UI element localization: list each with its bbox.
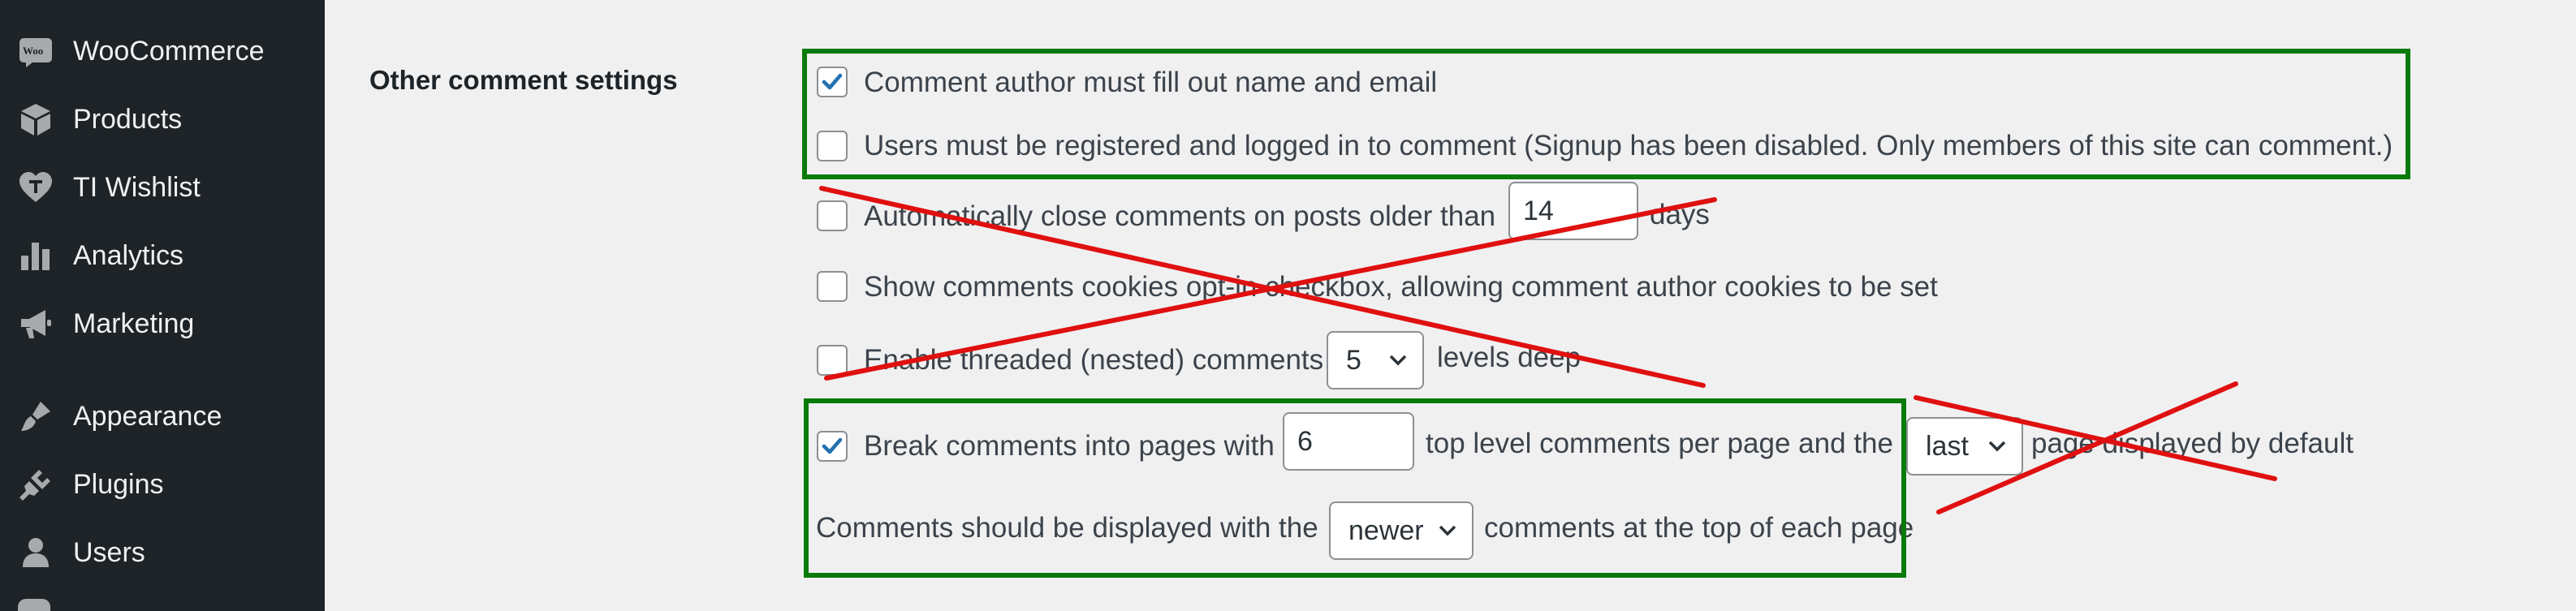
require-name-email-checkbox[interactable]: [817, 67, 848, 97]
megaphone-icon: [18, 306, 54, 342]
admin-sidebar: Woo WooCommerce Products TI Wishlist Ana…: [0, 0, 325, 611]
user-icon: [18, 535, 54, 570]
comments-per-page-input[interactable]: 6: [1283, 412, 1414, 471]
sidebar-item-label: Marketing: [73, 308, 195, 339]
sidebar-item-woocommerce[interactable]: Woo WooCommerce: [0, 23, 325, 80]
threaded-comments-suffix: levels deep: [1437, 342, 1581, 373]
registration-required-label: Users must be registered and logged in t…: [864, 130, 2393, 161]
checkmark-icon: [822, 73, 843, 90]
chevron-down-icon: [1389, 355, 1407, 366]
sidebar-item-label: Plugins: [73, 468, 164, 500]
woocommerce-icon: Woo: [18, 33, 54, 69]
comment-order-prefix: Comments should be displayed with the: [816, 512, 1318, 544]
registration-required-checkbox[interactable]: [817, 131, 848, 161]
close-comments-label: Automatically close comments on posts ol…: [864, 200, 1496, 232]
sidebar-item-partial: [18, 599, 50, 611]
sidebar-item-products[interactable]: Products: [0, 91, 325, 148]
comment-order-value: newer: [1348, 515, 1424, 546]
cookies-opt-in-label: Show comments cookies opt-in checkbox, a…: [864, 271, 1938, 303]
box-icon: [18, 101, 54, 137]
plug-icon: [18, 467, 54, 502]
require-name-email-label: Comment author must fill out name and em…: [864, 67, 1438, 98]
checkmark-icon: [822, 437, 843, 454]
bar-chart-icon: [18, 238, 54, 273]
page-comments-label: Break comments into pages with: [864, 430, 1275, 462]
heart-icon: [18, 170, 54, 205]
page-comments-suffix: page displayed by default: [2031, 428, 2354, 459]
sidebar-item-plugins[interactable]: Plugins: [0, 456, 325, 513]
sidebar-item-label: WooCommerce: [73, 35, 265, 67]
threaded-comments-label: Enable threaded (nested) comments: [864, 344, 1324, 376]
sidebar-item-label: Analytics: [73, 239, 184, 271]
cookies-opt-in-checkbox[interactable]: [817, 271, 848, 302]
sidebar-item-label: Products: [73, 103, 183, 135]
sidebar-item-label: Appearance: [73, 400, 222, 432]
threaded-comments-checkbox[interactable]: [817, 345, 848, 376]
comment-order-select[interactable]: newer: [1329, 501, 1474, 560]
sidebar-item-label: TI Wishlist: [73, 171, 201, 203]
section-label: Other comment settings: [369, 65, 678, 95]
default-page-select[interactable]: last: [1906, 417, 2023, 475]
sidebar-item-ti-wishlist[interactable]: TI Wishlist: [0, 159, 325, 216]
sidebar-item-label: Users: [73, 536, 145, 568]
thread-depth-select[interactable]: 5: [1327, 331, 1424, 389]
page-comments-checkbox[interactable]: [817, 431, 848, 462]
close-comments-days-suffix: days: [1650, 199, 1710, 230]
sidebar-item-marketing[interactable]: Marketing: [0, 295, 325, 352]
chevron-down-icon: [1439, 525, 1456, 536]
sidebar-item-appearance[interactable]: Appearance: [0, 388, 325, 445]
sidebar-item-analytics[interactable]: Analytics: [0, 227, 325, 284]
chevron-down-icon: [1988, 441, 2006, 452]
woocommerce-badge-text: Woo: [23, 45, 44, 57]
default-page-value: last: [1926, 431, 1969, 462]
close-comments-days-input[interactable]: 14: [1508, 182, 1638, 240]
sidebar-item-users[interactable]: Users: [0, 524, 325, 581]
page-comments-middle-text: top level comments per page and the: [1426, 428, 1893, 459]
thread-depth-value: 5: [1346, 345, 1361, 376]
paintbrush-icon: [18, 398, 54, 434]
close-comments-checkbox[interactable]: [817, 200, 848, 231]
comment-order-suffix: comments at the top of each page: [1484, 512, 1914, 544]
